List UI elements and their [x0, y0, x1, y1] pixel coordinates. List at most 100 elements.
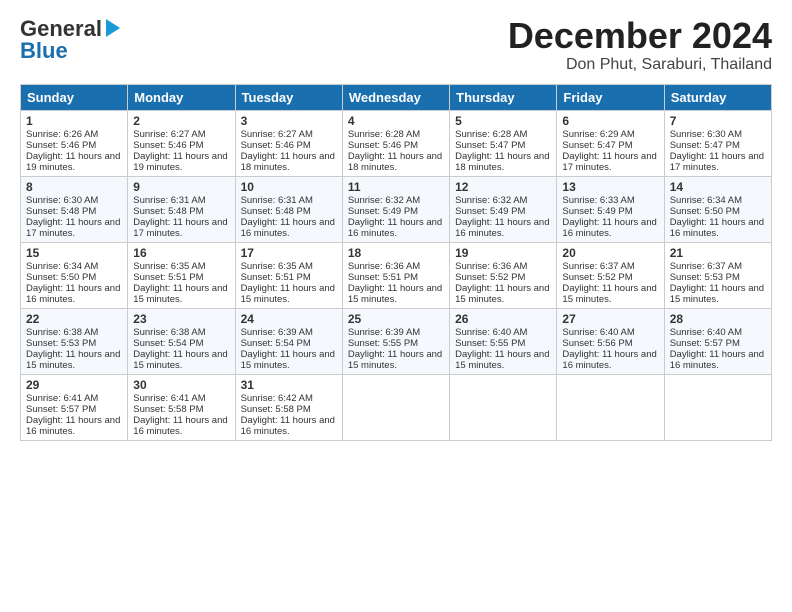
calendar-table: SundayMondayTuesdayWednesdayThursdayFrid… [20, 84, 772, 441]
calendar-cell: 18Sunrise: 6:36 AMSunset: 5:51 PMDayligh… [342, 242, 449, 308]
day-number: 24 [241, 312, 337, 326]
day-number: 11 [348, 180, 444, 194]
day-number: 15 [26, 246, 122, 260]
day-number: 30 [133, 378, 229, 392]
calendar-week-row: 8Sunrise: 6:30 AMSunset: 5:48 PMDaylight… [21, 176, 772, 242]
col-header-thursday: Thursday [450, 84, 557, 110]
sunrise-text: Sunrise: 6:38 AM [26, 327, 98, 338]
sunset-text: Sunset: 5:46 PM [348, 140, 418, 151]
calendar-cell [450, 374, 557, 440]
sunrise-text: Sunrise: 6:32 AM [348, 195, 420, 206]
calendar-cell: 20Sunrise: 6:37 AMSunset: 5:52 PMDayligh… [557, 242, 664, 308]
calendar-cell: 31Sunrise: 6:42 AMSunset: 5:58 PMDayligh… [235, 374, 342, 440]
calendar-cell: 10Sunrise: 6:31 AMSunset: 5:48 PMDayligh… [235, 176, 342, 242]
calendar-cell [664, 374, 771, 440]
calendar-cell: 30Sunrise: 6:41 AMSunset: 5:58 PMDayligh… [128, 374, 235, 440]
sunrise-text: Sunrise: 6:34 AM [670, 195, 742, 206]
daylight-text: Daylight: 11 hours and 16 minutes. [562, 349, 656, 371]
day-number: 18 [348, 246, 444, 260]
daylight-text: Daylight: 11 hours and 16 minutes. [26, 283, 120, 305]
calendar-cell [557, 374, 664, 440]
day-number: 20 [562, 246, 658, 260]
daylight-text: Daylight: 11 hours and 19 minutes. [26, 151, 120, 173]
daylight-text: Daylight: 11 hours and 16 minutes. [133, 415, 227, 437]
day-number: 6 [562, 114, 658, 128]
calendar-cell [342, 374, 449, 440]
calendar-week-row: 29Sunrise: 6:41 AMSunset: 5:57 PMDayligh… [21, 374, 772, 440]
sunset-text: Sunset: 5:48 PM [241, 206, 311, 217]
calendar-cell: 24Sunrise: 6:39 AMSunset: 5:54 PMDayligh… [235, 308, 342, 374]
col-header-tuesday: Tuesday [235, 84, 342, 110]
sunrise-text: Sunrise: 6:28 AM [348, 129, 420, 140]
calendar-subtitle: Don Phut, Saraburi, Thailand [508, 56, 772, 74]
calendar-week-row: 1Sunrise: 6:26 AMSunset: 5:46 PMDaylight… [21, 110, 772, 176]
calendar-cell: 19Sunrise: 6:36 AMSunset: 5:52 PMDayligh… [450, 242, 557, 308]
sunset-text: Sunset: 5:51 PM [241, 272, 311, 283]
daylight-text: Daylight: 11 hours and 18 minutes. [455, 151, 549, 173]
sunrise-text: Sunrise: 6:27 AM [241, 129, 313, 140]
sunset-text: Sunset: 5:46 PM [133, 140, 203, 151]
daylight-text: Daylight: 11 hours and 15 minutes. [670, 283, 764, 305]
calendar-cell: 21Sunrise: 6:37 AMSunset: 5:53 PMDayligh… [664, 242, 771, 308]
calendar-cell: 9Sunrise: 6:31 AMSunset: 5:48 PMDaylight… [128, 176, 235, 242]
calendar-cell: 23Sunrise: 6:38 AMSunset: 5:54 PMDayligh… [128, 308, 235, 374]
daylight-text: Daylight: 11 hours and 15 minutes. [26, 349, 120, 371]
daylight-text: Daylight: 11 hours and 16 minutes. [670, 217, 764, 239]
sunset-text: Sunset: 5:47 PM [455, 140, 525, 151]
sunrise-text: Sunrise: 6:38 AM [133, 327, 205, 338]
calendar-cell: 11Sunrise: 6:32 AMSunset: 5:49 PMDayligh… [342, 176, 449, 242]
sunset-text: Sunset: 5:48 PM [26, 206, 96, 217]
sunset-text: Sunset: 5:56 PM [562, 338, 632, 349]
calendar-week-row: 22Sunrise: 6:38 AMSunset: 5:53 PMDayligh… [21, 308, 772, 374]
day-number: 13 [562, 180, 658, 194]
sunrise-text: Sunrise: 6:40 AM [455, 327, 527, 338]
sunset-text: Sunset: 5:58 PM [241, 404, 311, 415]
day-number: 22 [26, 312, 122, 326]
daylight-text: Daylight: 11 hours and 17 minutes. [26, 217, 120, 239]
sunrise-text: Sunrise: 6:39 AM [348, 327, 420, 338]
sunset-text: Sunset: 5:49 PM [348, 206, 418, 217]
day-number: 26 [455, 312, 551, 326]
calendar-cell: 17Sunrise: 6:35 AMSunset: 5:51 PMDayligh… [235, 242, 342, 308]
calendar-cell: 16Sunrise: 6:35 AMSunset: 5:51 PMDayligh… [128, 242, 235, 308]
daylight-text: Daylight: 11 hours and 15 minutes. [348, 283, 442, 305]
day-number: 10 [241, 180, 337, 194]
sunrise-text: Sunrise: 6:36 AM [455, 261, 527, 272]
sunset-text: Sunset: 5:57 PM [670, 338, 740, 349]
day-number: 23 [133, 312, 229, 326]
sunset-text: Sunset: 5:55 PM [348, 338, 418, 349]
calendar-cell: 27Sunrise: 6:40 AMSunset: 5:56 PMDayligh… [557, 308, 664, 374]
col-header-wednesday: Wednesday [342, 84, 449, 110]
sunset-text: Sunset: 5:52 PM [455, 272, 525, 283]
daylight-text: Daylight: 11 hours and 15 minutes. [455, 349, 549, 371]
sunset-text: Sunset: 5:53 PM [670, 272, 740, 283]
calendar-cell: 29Sunrise: 6:41 AMSunset: 5:57 PMDayligh… [21, 374, 128, 440]
title-block: December 2024 Don Phut, Saraburi, Thaila… [508, 16, 772, 74]
calendar-cell: 1Sunrise: 6:26 AMSunset: 5:46 PMDaylight… [21, 110, 128, 176]
daylight-text: Daylight: 11 hours and 16 minutes. [562, 217, 656, 239]
calendar-cell: 4Sunrise: 6:28 AMSunset: 5:46 PMDaylight… [342, 110, 449, 176]
sunrise-text: Sunrise: 6:31 AM [133, 195, 205, 206]
col-header-friday: Friday [557, 84, 664, 110]
daylight-text: Daylight: 11 hours and 18 minutes. [241, 151, 335, 173]
col-header-monday: Monday [128, 84, 235, 110]
calendar-cell: 15Sunrise: 6:34 AMSunset: 5:50 PMDayligh… [21, 242, 128, 308]
daylight-text: Daylight: 11 hours and 15 minutes. [241, 349, 335, 371]
calendar-cell: 6Sunrise: 6:29 AMSunset: 5:47 PMDaylight… [557, 110, 664, 176]
sunrise-text: Sunrise: 6:42 AM [241, 393, 313, 404]
daylight-text: Daylight: 11 hours and 15 minutes. [455, 283, 549, 305]
day-number: 3 [241, 114, 337, 128]
sunrise-text: Sunrise: 6:27 AM [133, 129, 205, 140]
sunset-text: Sunset: 5:51 PM [348, 272, 418, 283]
sunset-text: Sunset: 5:54 PM [133, 338, 203, 349]
day-number: 29 [26, 378, 122, 392]
calendar-cell: 14Sunrise: 6:34 AMSunset: 5:50 PMDayligh… [664, 176, 771, 242]
sunrise-text: Sunrise: 6:40 AM [670, 327, 742, 338]
sunset-text: Sunset: 5:49 PM [562, 206, 632, 217]
col-header-saturday: Saturday [664, 84, 771, 110]
sunset-text: Sunset: 5:48 PM [133, 206, 203, 217]
col-header-sunday: Sunday [21, 84, 128, 110]
logo-blue: Blue [20, 38, 68, 64]
calendar-cell: 28Sunrise: 6:40 AMSunset: 5:57 PMDayligh… [664, 308, 771, 374]
sunrise-text: Sunrise: 6:41 AM [133, 393, 205, 404]
